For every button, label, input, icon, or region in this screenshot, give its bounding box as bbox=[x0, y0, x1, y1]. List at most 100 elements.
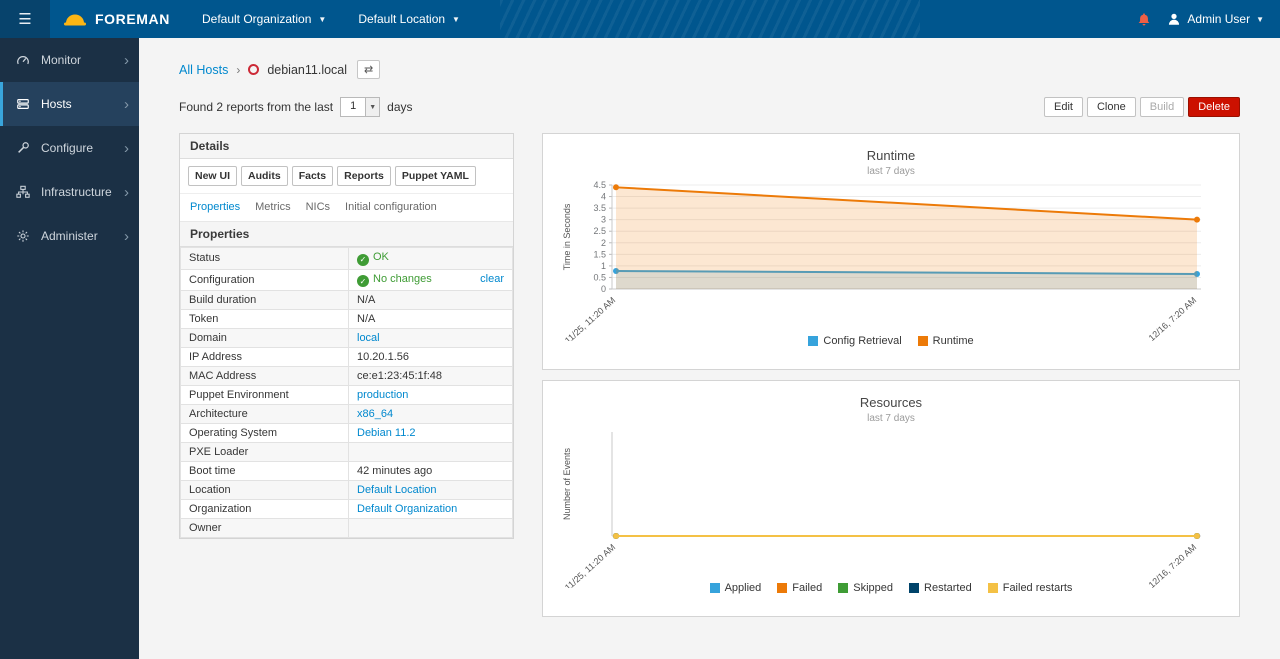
breadcrumb-current-host: debian11.local bbox=[267, 63, 347, 77]
user-menu-label: Admin User bbox=[1187, 12, 1250, 26]
resources-chart-title: Resources bbox=[551, 395, 1231, 410]
svg-text:3.5: 3.5 bbox=[593, 203, 606, 213]
breadcrumb-switcher-button[interactable]: ⇄ bbox=[357, 60, 380, 79]
resources-chart: Number of Events11/25, 11:20 AM12/16, 7:… bbox=[554, 426, 1229, 588]
legend-label: Applied bbox=[725, 582, 762, 594]
puppet-yaml-button[interactable]: Puppet YAML bbox=[395, 166, 476, 186]
sidebar-item-administer[interactable]: Administer› bbox=[0, 214, 139, 258]
legend-swatch bbox=[777, 583, 787, 593]
table-row: Operating SystemDebian 11.2 bbox=[181, 424, 513, 443]
properties-table: Status✓OKConfiguration✓No changesclearBu… bbox=[180, 247, 513, 538]
legend-label: Restarted bbox=[924, 582, 972, 594]
build-button[interactable]: Build bbox=[1140, 97, 1184, 117]
sidebar-item-configure[interactable]: Configure› bbox=[0, 126, 139, 170]
reports-button[interactable]: Reports bbox=[337, 166, 391, 186]
edit-button[interactable]: Edit bbox=[1044, 97, 1083, 117]
property-value: local bbox=[349, 329, 513, 348]
details-button-row: New UIAuditsFactsReportsPuppet YAML bbox=[180, 159, 513, 194]
property-value bbox=[349, 443, 513, 462]
chevron-right-icon: › bbox=[124, 53, 129, 68]
sidebar-item-monitor[interactable]: Monitor› bbox=[0, 38, 139, 82]
legend-item[interactable]: Runtime bbox=[918, 335, 974, 347]
legend-item[interactable]: Restarted bbox=[909, 582, 972, 594]
property-link[interactable]: Default Organization bbox=[357, 503, 457, 515]
property-link[interactable]: Default Location bbox=[357, 484, 437, 496]
user-icon bbox=[1167, 12, 1181, 26]
svg-text:Number of Events: Number of Events bbox=[562, 447, 572, 520]
sidebar-item-hosts[interactable]: Hosts› bbox=[0, 82, 139, 126]
property-link[interactable]: production bbox=[357, 389, 408, 401]
details-tabs: Properties Metrics NICs Initial configurati… bbox=[180, 194, 513, 222]
property-value: x86_64 bbox=[349, 405, 513, 424]
nav-menu-toggle[interactable]: ☰ bbox=[0, 0, 50, 38]
runtime-chart-title: Runtime bbox=[551, 148, 1231, 163]
report-days-select[interactable]: 1 ▼ bbox=[340, 97, 380, 117]
top-navbar: ☰ FOREMAN Default Organization ▼ Default… bbox=[0, 0, 1280, 38]
details-card-title: Details bbox=[180, 134, 513, 159]
svg-text:2: 2 bbox=[600, 238, 605, 248]
reports-days-label: days bbox=[387, 100, 412, 114]
table-row: MAC Addressce:e1:23:45:1f:48 bbox=[181, 367, 513, 386]
chevron-down-icon: ▼ bbox=[1256, 15, 1264, 24]
sidebar-item-label: Infrastructure bbox=[41, 185, 124, 199]
property-value bbox=[349, 519, 513, 538]
delete-button[interactable]: Delete bbox=[1188, 97, 1240, 117]
tab-nics[interactable]: NICs bbox=[306, 201, 330, 213]
clone-button[interactable]: Clone bbox=[1087, 97, 1136, 117]
property-value: Debian 11.2 bbox=[349, 424, 513, 443]
property-link[interactable]: Debian 11.2 bbox=[357, 427, 416, 439]
svg-text:1.5: 1.5 bbox=[593, 249, 606, 259]
notifications-button[interactable] bbox=[1137, 12, 1151, 27]
table-row: Boot time42 minutes ago bbox=[181, 462, 513, 481]
tab-initial-configuration[interactable]: Initial configuration bbox=[345, 201, 437, 213]
chevron-down-icon: ▼ bbox=[365, 98, 379, 116]
table-row: Configuration✓No changesclear bbox=[181, 269, 513, 291]
property-label: Puppet Environment bbox=[181, 386, 349, 405]
property-value: N/A bbox=[349, 291, 513, 310]
charts-column: Runtime last 7 days 00.511.522.533.544.5… bbox=[542, 133, 1240, 617]
legend-item[interactable]: Applied bbox=[710, 582, 762, 594]
facts-button[interactable]: Facts bbox=[292, 166, 333, 186]
property-value: N/A bbox=[349, 310, 513, 329]
runtime-chart-legend: Config Retrieval Runtime bbox=[551, 335, 1231, 347]
property-link[interactable]: x86_64 bbox=[357, 408, 393, 420]
table-row: Build durationN/A bbox=[181, 291, 513, 310]
runtime-chart: 00.511.522.533.544.5Time in Seconds11/25… bbox=[554, 179, 1229, 341]
sitemap-icon bbox=[16, 185, 36, 199]
check-circle-icon: ✓ bbox=[357, 254, 369, 266]
main-content: All Hosts › debian11.local ⇄ Found 2 rep… bbox=[139, 38, 1280, 659]
legend-label: Config Retrieval bbox=[823, 335, 901, 347]
clear-link[interactable]: clear bbox=[480, 273, 504, 285]
property-link[interactable]: local bbox=[357, 332, 380, 344]
host-action-buttons: Edit Clone Build Delete bbox=[1044, 97, 1240, 117]
runtime-chart-subtitle: last 7 days bbox=[551, 166, 1231, 177]
location-selector-label: Default Location bbox=[358, 12, 445, 26]
gear-icon bbox=[16, 229, 36, 243]
legend-item[interactable]: Config Retrieval bbox=[808, 335, 901, 347]
organization-selector[interactable]: Default Organization ▼ bbox=[186, 0, 342, 38]
foreman-brand[interactable]: FOREMAN bbox=[50, 11, 186, 28]
table-row: Owner bbox=[181, 519, 513, 538]
audits-button[interactable]: Audits bbox=[241, 166, 288, 186]
new-ui-button[interactable]: New UI bbox=[188, 166, 237, 186]
tab-properties[interactable]: Properties bbox=[190, 201, 240, 213]
tab-metrics[interactable]: Metrics bbox=[255, 201, 290, 213]
user-menu[interactable]: Admin User ▼ bbox=[1167, 12, 1264, 26]
property-value: Default Organization bbox=[349, 500, 513, 519]
legend-item[interactable]: Failed restarts bbox=[988, 582, 1073, 594]
legend-item[interactable]: Failed bbox=[777, 582, 822, 594]
chevron-right-icon: › bbox=[124, 229, 129, 244]
property-value: Default Location bbox=[349, 481, 513, 500]
sidebar-item-infrastructure[interactable]: Infrastructure› bbox=[0, 170, 139, 214]
foreman-logo-icon bbox=[62, 11, 88, 28]
report-days-value: 1 bbox=[341, 98, 365, 116]
wrench-icon bbox=[16, 141, 36, 155]
legend-item[interactable]: Skipped bbox=[838, 582, 893, 594]
property-value: 42 minutes ago bbox=[349, 462, 513, 481]
svg-text:1: 1 bbox=[600, 261, 605, 271]
property-value: production bbox=[349, 386, 513, 405]
location-selector[interactable]: Default Location ▼ bbox=[342, 0, 476, 38]
breadcrumb-all-hosts-link[interactable]: All Hosts bbox=[179, 63, 228, 77]
breadcrumb: All Hosts › debian11.local ⇄ bbox=[179, 60, 1240, 79]
breadcrumb-separator: › bbox=[236, 63, 240, 77]
